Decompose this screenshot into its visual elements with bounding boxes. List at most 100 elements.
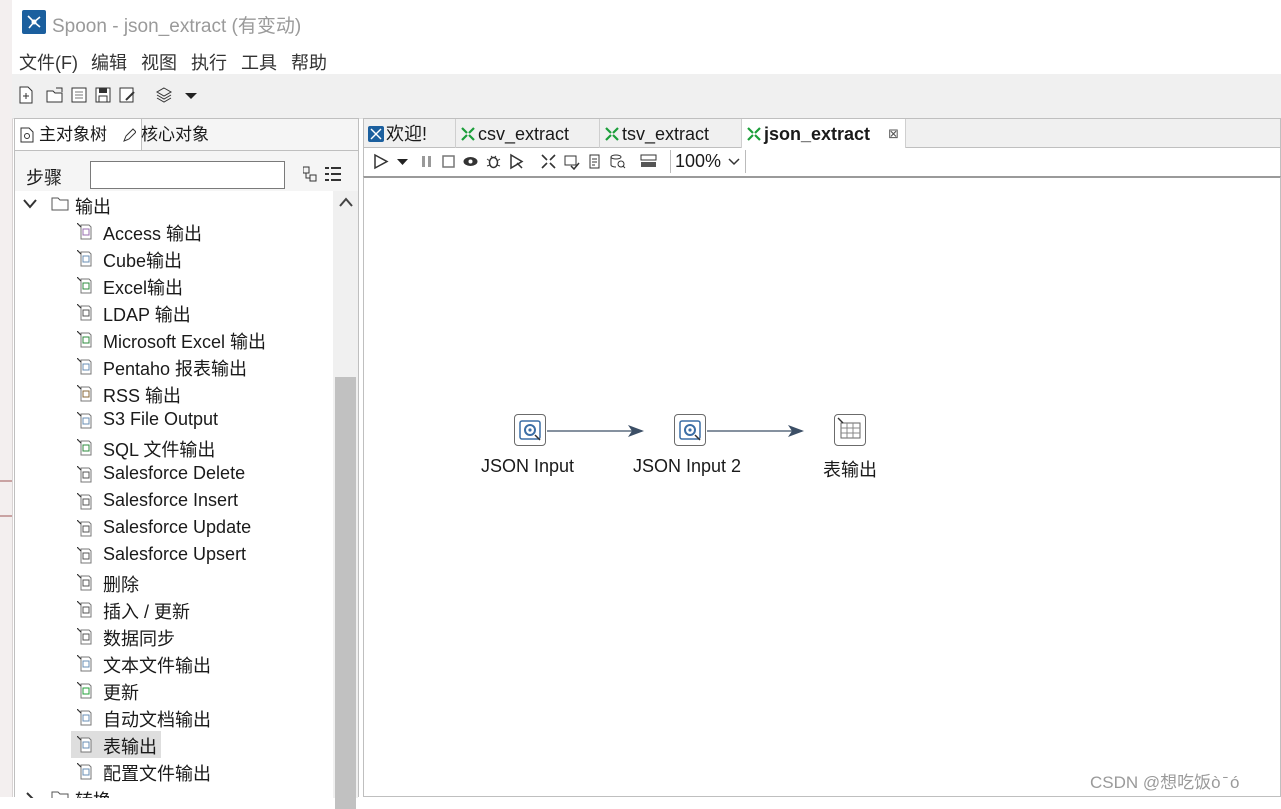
sync-icon xyxy=(77,628,92,645)
explore-db-icon[interactable] xyxy=(609,153,626,170)
chevron-down-icon[interactable] xyxy=(23,199,37,209)
document-tab-bar: 欢迎! csv_extract tsv_extract json_extract… xyxy=(363,118,1281,150)
run-options-chevron-icon[interactable] xyxy=(394,153,411,170)
tree-step-item[interactable]: Salesforce Insert xyxy=(15,488,333,515)
step-label: JSON Input xyxy=(481,456,575,476)
tree-step-item[interactable]: SQL 文件输出 xyxy=(15,434,333,461)
tree-item-label: 删除 xyxy=(103,575,139,595)
tree-step-item[interactable]: LDAP 输出 xyxy=(15,299,333,326)
steps-panel: 步骤 输出 Access 输出 Cube输出 Excel输出 LDAP 输出 Micro… xyxy=(14,150,359,809)
tree-item-label: Cube输出 xyxy=(103,251,183,271)
tree-item-label: Salesforce Upsert xyxy=(103,544,247,564)
tab-tsv-extract[interactable]: tsv_extract xyxy=(600,119,742,149)
main-toolbar xyxy=(12,74,1281,119)
perspective-layers-icon[interactable] xyxy=(155,86,173,104)
transformation-toolbar: 100% xyxy=(363,148,1281,176)
transformation-icon xyxy=(747,127,761,141)
step-label: 表输出 xyxy=(823,460,877,480)
sql-icon[interactable] xyxy=(586,153,603,170)
tree-item-label: 表输出 xyxy=(103,737,157,757)
run-icon[interactable] xyxy=(372,153,389,170)
menu-tools[interactable]: 工具 xyxy=(241,49,277,75)
tree-item-label: Pentaho 报表输出 xyxy=(103,359,248,379)
tree-step-item[interactable]: Cube输出 xyxy=(15,245,333,272)
tree-step-item[interactable]: 文本文件输出 xyxy=(15,650,333,677)
scrollbar-thumb[interactable] xyxy=(335,377,356,809)
debug-bug-icon[interactable] xyxy=(485,153,502,170)
tree-step-item[interactable]: Access 输出 xyxy=(15,218,333,245)
step-json-input-2[interactable] xyxy=(674,414,706,446)
preview-eye-icon[interactable] xyxy=(462,153,479,170)
menu-run[interactable]: 执行 xyxy=(191,49,227,75)
tab-welcome[interactable]: 欢迎! xyxy=(364,119,456,149)
tree-item-label: 数据同步 xyxy=(103,629,175,649)
show-results-icon[interactable] xyxy=(640,153,657,170)
save-icon[interactable] xyxy=(94,86,112,104)
chevron-down-icon[interactable] xyxy=(728,158,740,166)
chevron-down-icon[interactable] xyxy=(182,86,200,104)
step-table-output[interactable] xyxy=(834,414,866,446)
scroll-up-icon[interactable] xyxy=(339,197,353,207)
tree-step-item[interactable]: 表输出 xyxy=(15,731,333,758)
tree-step-item[interactable]: Microsoft Excel 输出 xyxy=(15,326,333,353)
menu-help[interactable]: 帮助 xyxy=(291,49,327,75)
tree-step-item[interactable]: S3 File Output xyxy=(15,407,333,434)
steps-search-input[interactable] xyxy=(90,161,285,189)
chevron-right-icon[interactable] xyxy=(25,792,35,798)
tree-item-label: Excel输出 xyxy=(103,278,184,298)
tree-scrollbar[interactable] xyxy=(333,191,358,809)
step-json-input[interactable] xyxy=(514,414,546,446)
delete-icon xyxy=(77,574,92,591)
tree-step-item[interactable]: RSS 输出 xyxy=(15,380,333,407)
rss-output-icon xyxy=(77,385,92,402)
tree-item-label: 更新 xyxy=(103,683,139,703)
table-output-icon xyxy=(77,736,92,753)
menu-edit[interactable]: 编辑 xyxy=(91,49,127,75)
tab-json-extract[interactable]: json_extract ⊠ xyxy=(742,119,906,150)
tree-step-item[interactable]: Salesforce Upsert xyxy=(15,542,333,569)
tree-step-item[interactable]: 配置文件输出 xyxy=(15,758,333,785)
hops-layer xyxy=(547,425,804,437)
tree-step-item[interactable]: 数据同步 xyxy=(15,623,333,650)
tree-step-item[interactable]: Salesforce Delete xyxy=(15,461,333,488)
tree-step-item[interactable]: 自动文档输出 xyxy=(15,704,333,731)
menu-view[interactable]: 视图 xyxy=(141,49,177,75)
s3-output-icon xyxy=(77,412,92,429)
tree-step-item[interactable]: 删除 xyxy=(15,569,333,596)
menu-file[interactable]: 文件(F) xyxy=(19,49,78,75)
tab-csv-extract[interactable]: csv_extract xyxy=(456,119,600,149)
stop-icon[interactable] xyxy=(440,153,457,170)
tree-item-label: 插入 / 更新 xyxy=(103,602,191,622)
tree-item-label: 配置文件输出 xyxy=(103,764,211,784)
editor-panel: 欢迎! csv_extract tsv_extract json_extract… xyxy=(363,118,1281,797)
tree-folder-output[interactable]: 输出 xyxy=(15,191,333,218)
tab-core-objects[interactable]: 核心对象 xyxy=(117,119,251,151)
tab-label: 核心对象 xyxy=(141,125,209,144)
open-file-icon[interactable] xyxy=(46,86,64,104)
tree-item-label: Salesforce Delete xyxy=(103,463,246,483)
tree-step-item[interactable]: Salesforce Update xyxy=(15,515,333,542)
close-tab-icon[interactable]: ⊠ xyxy=(888,119,899,149)
tree-step-item[interactable]: 插入 / 更新 xyxy=(15,596,333,623)
impact-icon[interactable] xyxy=(563,153,580,170)
tree-folder-transform[interactable]: 转换 xyxy=(15,785,333,798)
insert-update-icon xyxy=(77,601,92,618)
replay-icon[interactable] xyxy=(508,153,525,170)
step-label: JSON Input 2 xyxy=(633,456,742,476)
menu-bar: 文件(F) 编辑 视图 执行 工具 帮助 xyxy=(12,44,1281,74)
pause-icon[interactable] xyxy=(418,153,435,170)
verify-icon[interactable] xyxy=(540,153,557,170)
ldap-output-icon xyxy=(77,304,92,321)
tree-step-item[interactable]: Pentaho 报表输出 xyxy=(15,353,333,380)
new-file-icon[interactable] xyxy=(17,86,35,104)
tab-label: 主对象树 xyxy=(39,125,107,144)
save-as-icon[interactable] xyxy=(118,86,136,104)
zoom-select[interactable]: 100% xyxy=(670,150,746,173)
autodoc-icon xyxy=(77,709,92,726)
tree-step-item[interactable]: Excel输出 xyxy=(15,272,333,299)
tree-step-item[interactable]: 更新 xyxy=(15,677,333,704)
transformation-canvas[interactable]: JSON Input JSON Input 2 表输出 xyxy=(363,176,1281,797)
explore-repository-icon[interactable] xyxy=(70,86,88,104)
spoon-icon xyxy=(368,126,384,142)
expand-collapse-icons[interactable] xyxy=(303,165,343,183)
